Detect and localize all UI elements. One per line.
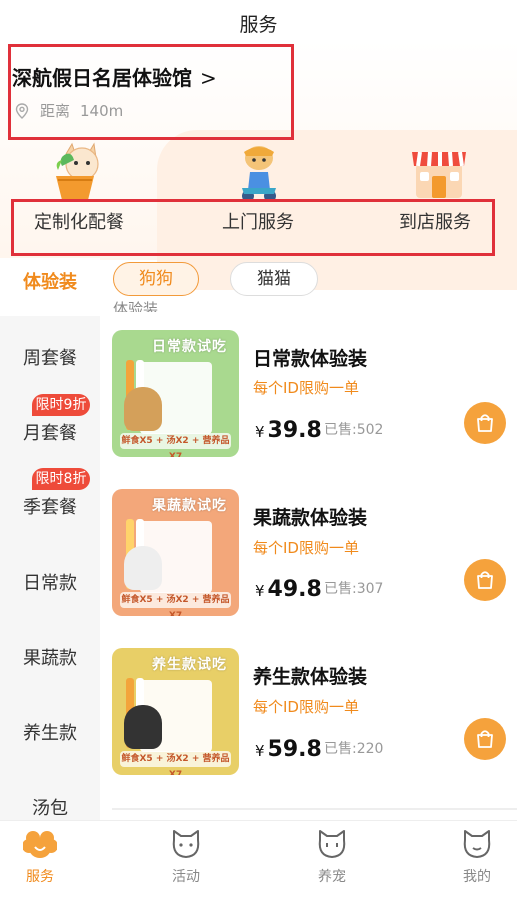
shopping-bag-icon: [477, 571, 493, 589]
purchase-limit: 每个ID限购一单: [253, 539, 359, 557]
shopping-bag-icon: [477, 730, 493, 748]
discount-badge: 限时9折: [32, 394, 90, 416]
service-in-store[interactable]: 到店服务: [399, 208, 471, 234]
product-image[interactable]: 日常款试吃 鲜食X5 + 汤X2 + 营养品X7: [112, 330, 239, 457]
product-name[interactable]: 果蔬款体验装: [253, 503, 367, 530]
shopping-bag-icon: [477, 414, 493, 432]
shop-icon[interactable]: [408, 142, 470, 204]
distance-label: 距离: [40, 102, 71, 120]
sidebar-item-monthly[interactable]: 月套餐: [0, 419, 100, 445]
tab-service[interactable]: 服务: [0, 828, 80, 886]
add-to-cart-button[interactable]: [464, 559, 506, 601]
dog-photo: [124, 546, 162, 590]
cat-face-icon: [172, 830, 200, 858]
currency-symbol: ¥: [255, 423, 265, 441]
product-price: ¥49.8: [255, 577, 322, 602]
chevron-right-icon: >: [200, 66, 217, 90]
tab-label: 我的: [463, 869, 491, 885]
tab-label: 养宠: [318, 869, 346, 885]
filter-cat[interactable]: 猫猫: [230, 262, 318, 296]
sidebar-item-soup[interactable]: 汤包: [0, 794, 100, 820]
product-price: ¥39.8: [255, 418, 322, 443]
currency-symbol: ¥: [255, 742, 265, 760]
sidebar-item-wellness[interactable]: 养生款: [0, 719, 100, 745]
section-title: 体验装: [113, 300, 159, 312]
dog-scooter-icon[interactable]: [228, 142, 290, 204]
image-title: 果蔬款试吃: [152, 498, 227, 514]
currency-symbol: ¥: [255, 582, 265, 600]
cat-face-icon: [318, 830, 346, 858]
store-name: 深航假日名居体验馆: [12, 66, 192, 90]
product-price: ¥59.8: [255, 737, 322, 762]
store-distance: 距离 140m: [14, 100, 123, 121]
add-to-cart-button[interactable]: [464, 402, 506, 444]
list-divider: [112, 808, 517, 810]
image-title: 日常款试吃: [152, 339, 227, 355]
add-to-cart-button[interactable]: [464, 718, 506, 760]
product-name[interactable]: 养生款体验装: [253, 662, 367, 689]
tab-pet-care[interactable]: 养宠: [292, 828, 372, 886]
sidebar-item-daily[interactable]: 日常款: [0, 569, 100, 595]
price-value: 59.8: [267, 737, 322, 762]
dog-photo: [124, 705, 162, 749]
tab-profile[interactable]: 我的: [437, 828, 517, 886]
sidebar-item-weekly[interactable]: 周套餐: [0, 344, 100, 370]
product-image[interactable]: 养生款试吃 鲜食X5 + 汤X2 + 营养品X7: [112, 648, 239, 775]
distance-value: 140m: [80, 101, 124, 120]
image-title: 养生款试吃: [152, 657, 227, 673]
image-footer: 鲜食X5 + 汤X2 + 营养品X7: [120, 433, 231, 457]
service-custom-meal[interactable]: 定制化配餐: [34, 208, 124, 234]
filter-dog[interactable]: 狗狗: [113, 262, 199, 296]
purchase-limit: 每个ID限购一单: [253, 379, 359, 397]
product-name[interactable]: 日常款体验装: [253, 344, 367, 371]
tab-activity[interactable]: 活动: [146, 828, 226, 886]
location-pin-icon: [15, 102, 29, 119]
sold-count: 已售:307: [324, 581, 384, 597]
sidebar-item-quarterly[interactable]: 季套餐: [0, 493, 100, 519]
image-footer: 鲜食X5 + 汤X2 + 营养品X7: [120, 751, 231, 775]
paw-icon: [23, 831, 57, 858]
store-highlight-box: [8, 44, 294, 140]
sold-count: 已售:502: [324, 422, 384, 438]
discount-badge: 限时8折: [32, 468, 90, 490]
tab-label: 活动: [172, 869, 200, 885]
sidebar-item-trial[interactable]: 体验装: [0, 268, 100, 294]
sidebar-item-fruit-veg[interactable]: 果蔬款: [0, 644, 100, 670]
purchase-limit: 每个ID限购一单: [253, 698, 359, 716]
cat-basket-icon[interactable]: [48, 142, 110, 204]
service-home-visit[interactable]: 上门服务: [222, 208, 294, 234]
price-value: 39.8: [267, 418, 322, 443]
dog-photo: [124, 387, 162, 431]
store-selector[interactable]: 深航假日名居体验馆 >: [12, 62, 217, 91]
cat-face-icon: [463, 830, 491, 858]
product-image[interactable]: 果蔬款试吃 鲜食X5 + 汤X2 + 营养品X7: [112, 489, 239, 616]
price-value: 49.8: [267, 577, 322, 602]
tab-label: 服务: [26, 869, 54, 885]
image-footer: 鲜食X5 + 汤X2 + 营养品X7: [120, 592, 231, 616]
sold-count: 已售:220: [324, 741, 384, 757]
